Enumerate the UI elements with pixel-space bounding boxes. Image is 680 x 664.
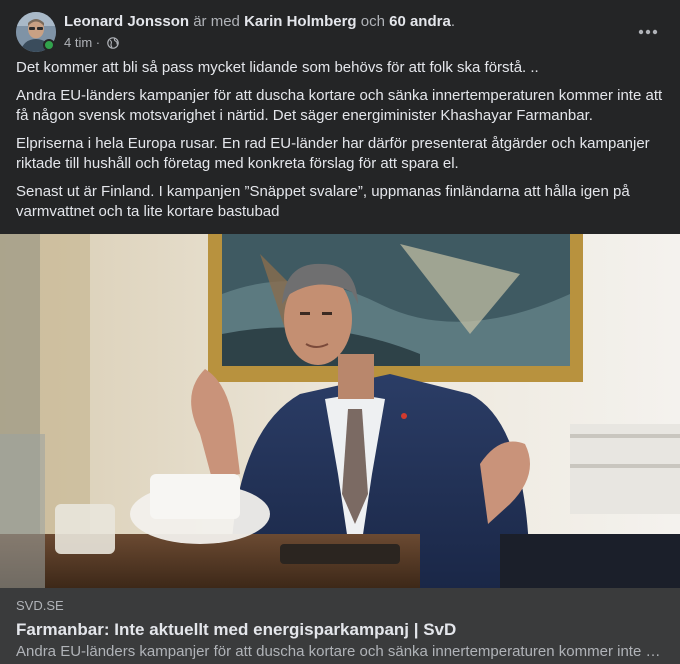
- post-paragraph: Det kommer att bli så pass mycket lidand…: [16, 59, 539, 76]
- post-body: Det kommer att bli så pass mycket lidand…: [16, 58, 668, 230]
- period: .: [450, 13, 455, 30]
- with-text: är med: [189, 13, 245, 30]
- more-options-button[interactable]: [630, 14, 666, 50]
- post-subline: 4 tim ·: [64, 34, 455, 52]
- and-text: och: [356, 13, 390, 30]
- post-meta: Leonard Jonsson är med Karin Holmberg oc…: [64, 12, 455, 52]
- post-paragraph: Andra EU-länders kampanjer för att dusch…: [16, 87, 663, 124]
- globe-icon[interactable]: [106, 37, 119, 49]
- others-link[interactable]: 60 andra: [389, 13, 451, 30]
- facebook-post: Leonard Jonsson är med Karin Holmberg oc…: [0, 0, 680, 664]
- post-time[interactable]: 4 tim: [64, 34, 92, 52]
- tagged-person[interactable]: Karin Holmberg: [244, 13, 357, 30]
- post-paragraph: Senast ut är Finland. I kampanjen ”Snäpp…: [16, 183, 630, 220]
- post-paragraph: Elpriserna i hela Europa rusar. En rad E…: [16, 135, 650, 172]
- link-preview-image[interactable]: [0, 234, 680, 588]
- article-photo: [0, 234, 680, 588]
- post-header: Leonard Jonsson är med Karin Holmberg oc…: [16, 12, 668, 54]
- separator-dot: ·: [92, 35, 104, 50]
- online-status-dot: [43, 39, 55, 51]
- more-horizontal-icon: [638, 29, 658, 35]
- link-domain: SVD.SE: [16, 598, 64, 613]
- post-author-line: Leonard Jonsson är med Karin Holmberg oc…: [64, 12, 455, 32]
- link-title[interactable]: Farmanbar: Inte aktuellt med energispark…: [16, 619, 664, 641]
- author-name[interactable]: Leonard Jonsson: [64, 13, 189, 30]
- link-description: Andra EU-länders kampanjer för att dusch…: [16, 643, 664, 660]
- link-preview-card[interactable]: SVD.SE Farmanbar: Inte aktuellt med ener…: [0, 588, 680, 664]
